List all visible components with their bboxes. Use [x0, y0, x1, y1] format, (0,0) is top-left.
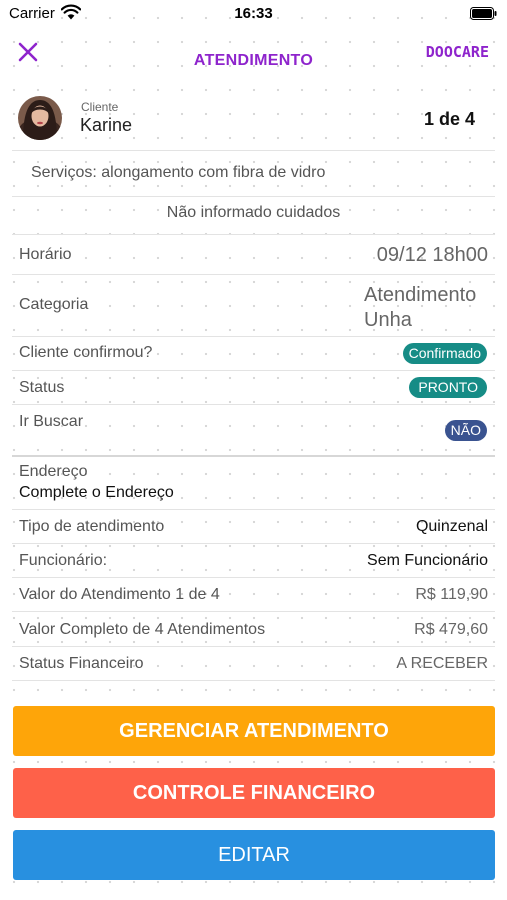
divider [12, 196, 495, 197]
tipo-label: Tipo de atendimento [19, 518, 165, 535]
divider [12, 646, 495, 647]
edit-button[interactable]: EDITAR [13, 830, 495, 880]
cliente-confirmou-label: Cliente confirmou? [19, 344, 153, 361]
categoria-label: Categoria [19, 296, 89, 313]
pickup-badge: NÃO [444, 420, 487, 441]
divider [12, 455, 495, 457]
appointment-counter: 1 de 4 [423, 109, 475, 129]
status-label: Status [19, 379, 65, 396]
status-bar: Carrier 16:33 [0, 0, 507, 30]
endereco-label: Endereço [19, 463, 88, 480]
clock: 16:33 [234, 5, 273, 22]
care-note: Não informado cuidados [166, 204, 341, 221]
horario-value: 09/12 18h00 [376, 244, 488, 266]
battery-icon [470, 7, 497, 20]
brand-logo: DOOCARE [425, 43, 489, 61]
divider [12, 370, 495, 371]
valor-atendimento-label: Valor do Atendimento 1 de 4 [19, 586, 220, 603]
funcionario-label: Funcionário: [19, 552, 108, 569]
divider [12, 234, 495, 235]
valor-completo-value: R$ 479,60 [414, 621, 488, 638]
divider [12, 543, 495, 544]
categoria-value-line1: Atendimento [364, 284, 477, 306]
funcionario-value: Sem Funcionário [367, 552, 488, 569]
client-caption: Cliente [81, 100, 119, 114]
categoria-value: Atendimento Unha [364, 283, 476, 333]
confirmed-badge: Confirmado [402, 343, 487, 364]
navigation-bar: ATENDIMENTO DOOCARE [0, 30, 507, 86]
divider [12, 611, 495, 612]
client-name: Karine [80, 115, 133, 135]
divider [12, 509, 495, 510]
avatar[interactable] [18, 96, 62, 140]
client-header: Cliente Karine 1 de 4 [12, 92, 495, 148]
divider [12, 150, 495, 151]
ir-buscar-label: Ir Buscar [19, 413, 84, 430]
endereco-value[interactable]: Complete o Endereço [19, 484, 174, 502]
divider [12, 404, 495, 405]
divider [12, 336, 495, 337]
divider [12, 577, 495, 578]
tipo-value: Quinzenal [415, 518, 488, 535]
valor-completo-label: Valor Completo de 4 Atendimentos [19, 621, 266, 638]
divider [12, 680, 495, 681]
status-financeiro-label: Status Financeiro [19, 655, 144, 672]
status-badge: PRONTO [409, 377, 487, 398]
financial-control-button[interactable]: CONTROLE FINANCEIRO [13, 768, 495, 818]
valor-atendimento-value: R$ 119,90 [415, 586, 488, 603]
status-financeiro-value: A RECEBER [396, 655, 488, 672]
horario-label: Horário [19, 246, 72, 263]
services-text: Serviços: alongamento com fibra de vidro [31, 164, 326, 181]
categoria-value-line2: Unha [364, 309, 412, 331]
manage-appointment-button[interactable]: GERENCIAR ATENDIMENTO [13, 706, 495, 756]
divider [12, 274, 495, 275]
